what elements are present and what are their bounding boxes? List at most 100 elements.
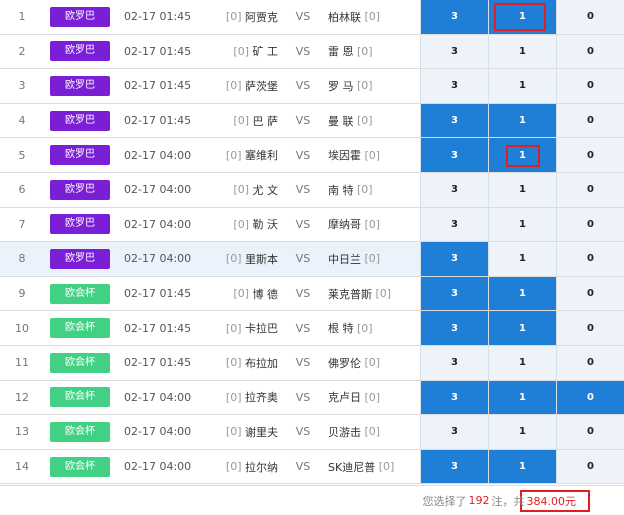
option-win-button[interactable]: 3 <box>420 449 488 484</box>
home-team-name: 萨茨堡 <box>245 79 278 93</box>
option-win-button[interactable]: 3 <box>420 242 488 276</box>
option-lose-button[interactable]: 0 <box>556 449 624 484</box>
home-rank: [0] <box>225 356 242 370</box>
option-win-button[interactable]: 3 <box>420 380 488 415</box>
vs-label: VS <box>295 321 311 335</box>
away-team-name: 中日兰 <box>328 252 361 266</box>
option-win-button[interactable]: 3 <box>420 172 488 207</box>
league-badge: 欧会杯 <box>50 318 110 339</box>
vs-label: VS <box>295 390 311 404</box>
option-lose-button[interactable]: 0 <box>556 172 624 207</box>
away-team: 根 特 [0] <box>328 311 420 345</box>
away-team: SK迪尼普 [0] <box>328 450 420 484</box>
option-win-button[interactable]: 3 <box>420 103 488 138</box>
away-team-name: 摩纳哥 <box>328 218 361 232</box>
option-win-button[interactable]: 3 <box>420 138 488 172</box>
match-table: 1 欧罗巴 02-17 01:45 [0] 阿贾克 VS 柏林联 [0] 3 1… <box>0 0 624 485</box>
vs-label: VS <box>295 79 311 93</box>
away-team-name: 雷 恩 <box>328 45 354 59</box>
match-number: 4 <box>18 114 26 128</box>
option-win-button[interactable]: 3 <box>420 276 488 311</box>
table-row: 7 欧罗巴 02-17 04:00 [0] 勒 沃 VS 摩纳哥 [0] 3 1… <box>0 207 624 243</box>
league-badge: 欧罗巴 <box>50 75 110 96</box>
option-draw-button[interactable]: 1 <box>488 207 556 242</box>
home-team: [0] 勒 沃 <box>212 208 278 242</box>
option-win-button[interactable]: 3 <box>420 311 488 345</box>
home-team: [0] 布拉加 <box>212 346 278 380</box>
option-draw-button[interactable]: 1 <box>488 138 556 172</box>
home-rank: [0] <box>225 425 242 439</box>
away-team: 罗 马 [0] <box>328 69 420 103</box>
table-row: 13 欧会杯 02-17 04:00 [0] 谢里夫 VS 贝游击 [0] 3 … <box>0 415 624 450</box>
option-lose-button[interactable]: 0 <box>556 415 624 449</box>
table-row: 9 欧会杯 02-17 01:45 [0] 博 德 VS 莱克普斯 [0] 3 … <box>0 276 624 312</box>
option-draw-button[interactable]: 1 <box>488 172 556 207</box>
away-rank: [0] <box>357 183 373 197</box>
option-draw-button[interactable]: 1 <box>488 34 556 69</box>
option-draw-button[interactable]: 1 <box>488 415 556 449</box>
home-team-name: 阿贾克 <box>245 10 278 24</box>
away-team: 埃因霍 [0] <box>328 138 420 172</box>
table-row: 2 欧罗巴 02-17 01:45 [0] 矿 工 VS 雷 恩 [0] 3 1… <box>0 34 624 70</box>
option-lose-button[interactable]: 0 <box>556 345 624 380</box>
option-win-button[interactable]: 3 <box>420 0 488 34</box>
home-team: [0] 卡拉巴 <box>212 311 278 345</box>
home-team: [0] 谢里夫 <box>212 415 278 449</box>
option-lose-button[interactable]: 0 <box>556 69 624 103</box>
home-rank: [0] <box>233 114 249 128</box>
option-draw-button[interactable]: 1 <box>488 276 556 311</box>
match-time: 02-17 01:45 <box>124 287 192 301</box>
home-rank: [0] <box>225 148 242 162</box>
league-badge: 欧罗巴 <box>50 6 110 27</box>
away-team-name: 贝游击 <box>328 425 361 439</box>
option-lose-button[interactable]: 0 <box>556 311 624 345</box>
option-lose-button[interactable]: 0 <box>556 242 624 276</box>
vs-label: VS <box>295 44 311 58</box>
option-lose-button[interactable]: 0 <box>556 138 624 172</box>
away-team: 中日兰 [0] <box>328 242 420 276</box>
option-draw-button[interactable]: 1 <box>488 69 556 103</box>
summary-mid: 注，共 <box>491 494 525 508</box>
league-badge: 欧罗巴 <box>50 145 110 166</box>
option-draw-button[interactable]: 1 <box>488 242 556 276</box>
away-team-name: 曼 联 <box>328 114 354 128</box>
option-win-button[interactable]: 3 <box>420 415 488 449</box>
option-lose-button[interactable]: 0 <box>556 103 624 138</box>
option-draw-button[interactable]: 1 <box>488 345 556 380</box>
league-badge: 欧会杯 <box>50 283 110 304</box>
option-win-button[interactable]: 3 <box>420 34 488 69</box>
option-draw-button[interactable]: 1 <box>488 103 556 138</box>
table-row: 14 欧会杯 02-17 04:00 [0] 拉尔纳 VS SK迪尼普 [0] … <box>0 449 624 485</box>
league-badge: 欧罗巴 <box>50 41 110 62</box>
option-draw-button[interactable]: 1 <box>488 0 556 34</box>
home-rank: [0] <box>233 217 249 231</box>
away-team: 佛罗伦 [0] <box>328 346 420 380</box>
home-rank: [0] <box>225 79 242 93</box>
selection-summary: 您选择了 192 注，共 384.00元 <box>0 485 624 515</box>
away-rank: [0] <box>364 217 381 231</box>
option-win-button[interactable]: 3 <box>420 69 488 103</box>
option-lose-button[interactable]: 0 <box>556 0 624 34</box>
option-draw-button[interactable]: 1 <box>488 380 556 415</box>
away-rank: [0] <box>364 390 381 404</box>
option-lose-button[interactable]: 0 <box>556 276 624 311</box>
away-team: 南 特 [0] <box>328 173 420 207</box>
vs-label: VS <box>295 425 311 439</box>
option-lose-button[interactable]: 0 <box>556 34 624 69</box>
match-number: 12 <box>15 390 29 404</box>
option-win-button[interactable]: 3 <box>420 345 488 380</box>
home-rank: [0] <box>225 390 242 404</box>
option-lose-button[interactable]: 0 <box>556 380 624 415</box>
match-number: 11 <box>15 356 29 370</box>
option-draw-button[interactable]: 1 <box>488 449 556 484</box>
vs-label: VS <box>295 287 311 301</box>
home-team-name: 拉齐奥 <box>245 391 278 405</box>
option-lose-button[interactable]: 0 <box>556 207 624 242</box>
match-time: 02-17 04:00 <box>124 460 192 474</box>
away-team-name: 埃因霍 <box>328 149 361 163</box>
option-draw-button[interactable]: 1 <box>488 311 556 345</box>
home-team: [0] 巴 萨 <box>212 104 278 138</box>
away-team-name: SK迪尼普 <box>328 460 376 474</box>
home-rank: [0] <box>225 321 242 335</box>
option-win-button[interactable]: 3 <box>420 207 488 242</box>
